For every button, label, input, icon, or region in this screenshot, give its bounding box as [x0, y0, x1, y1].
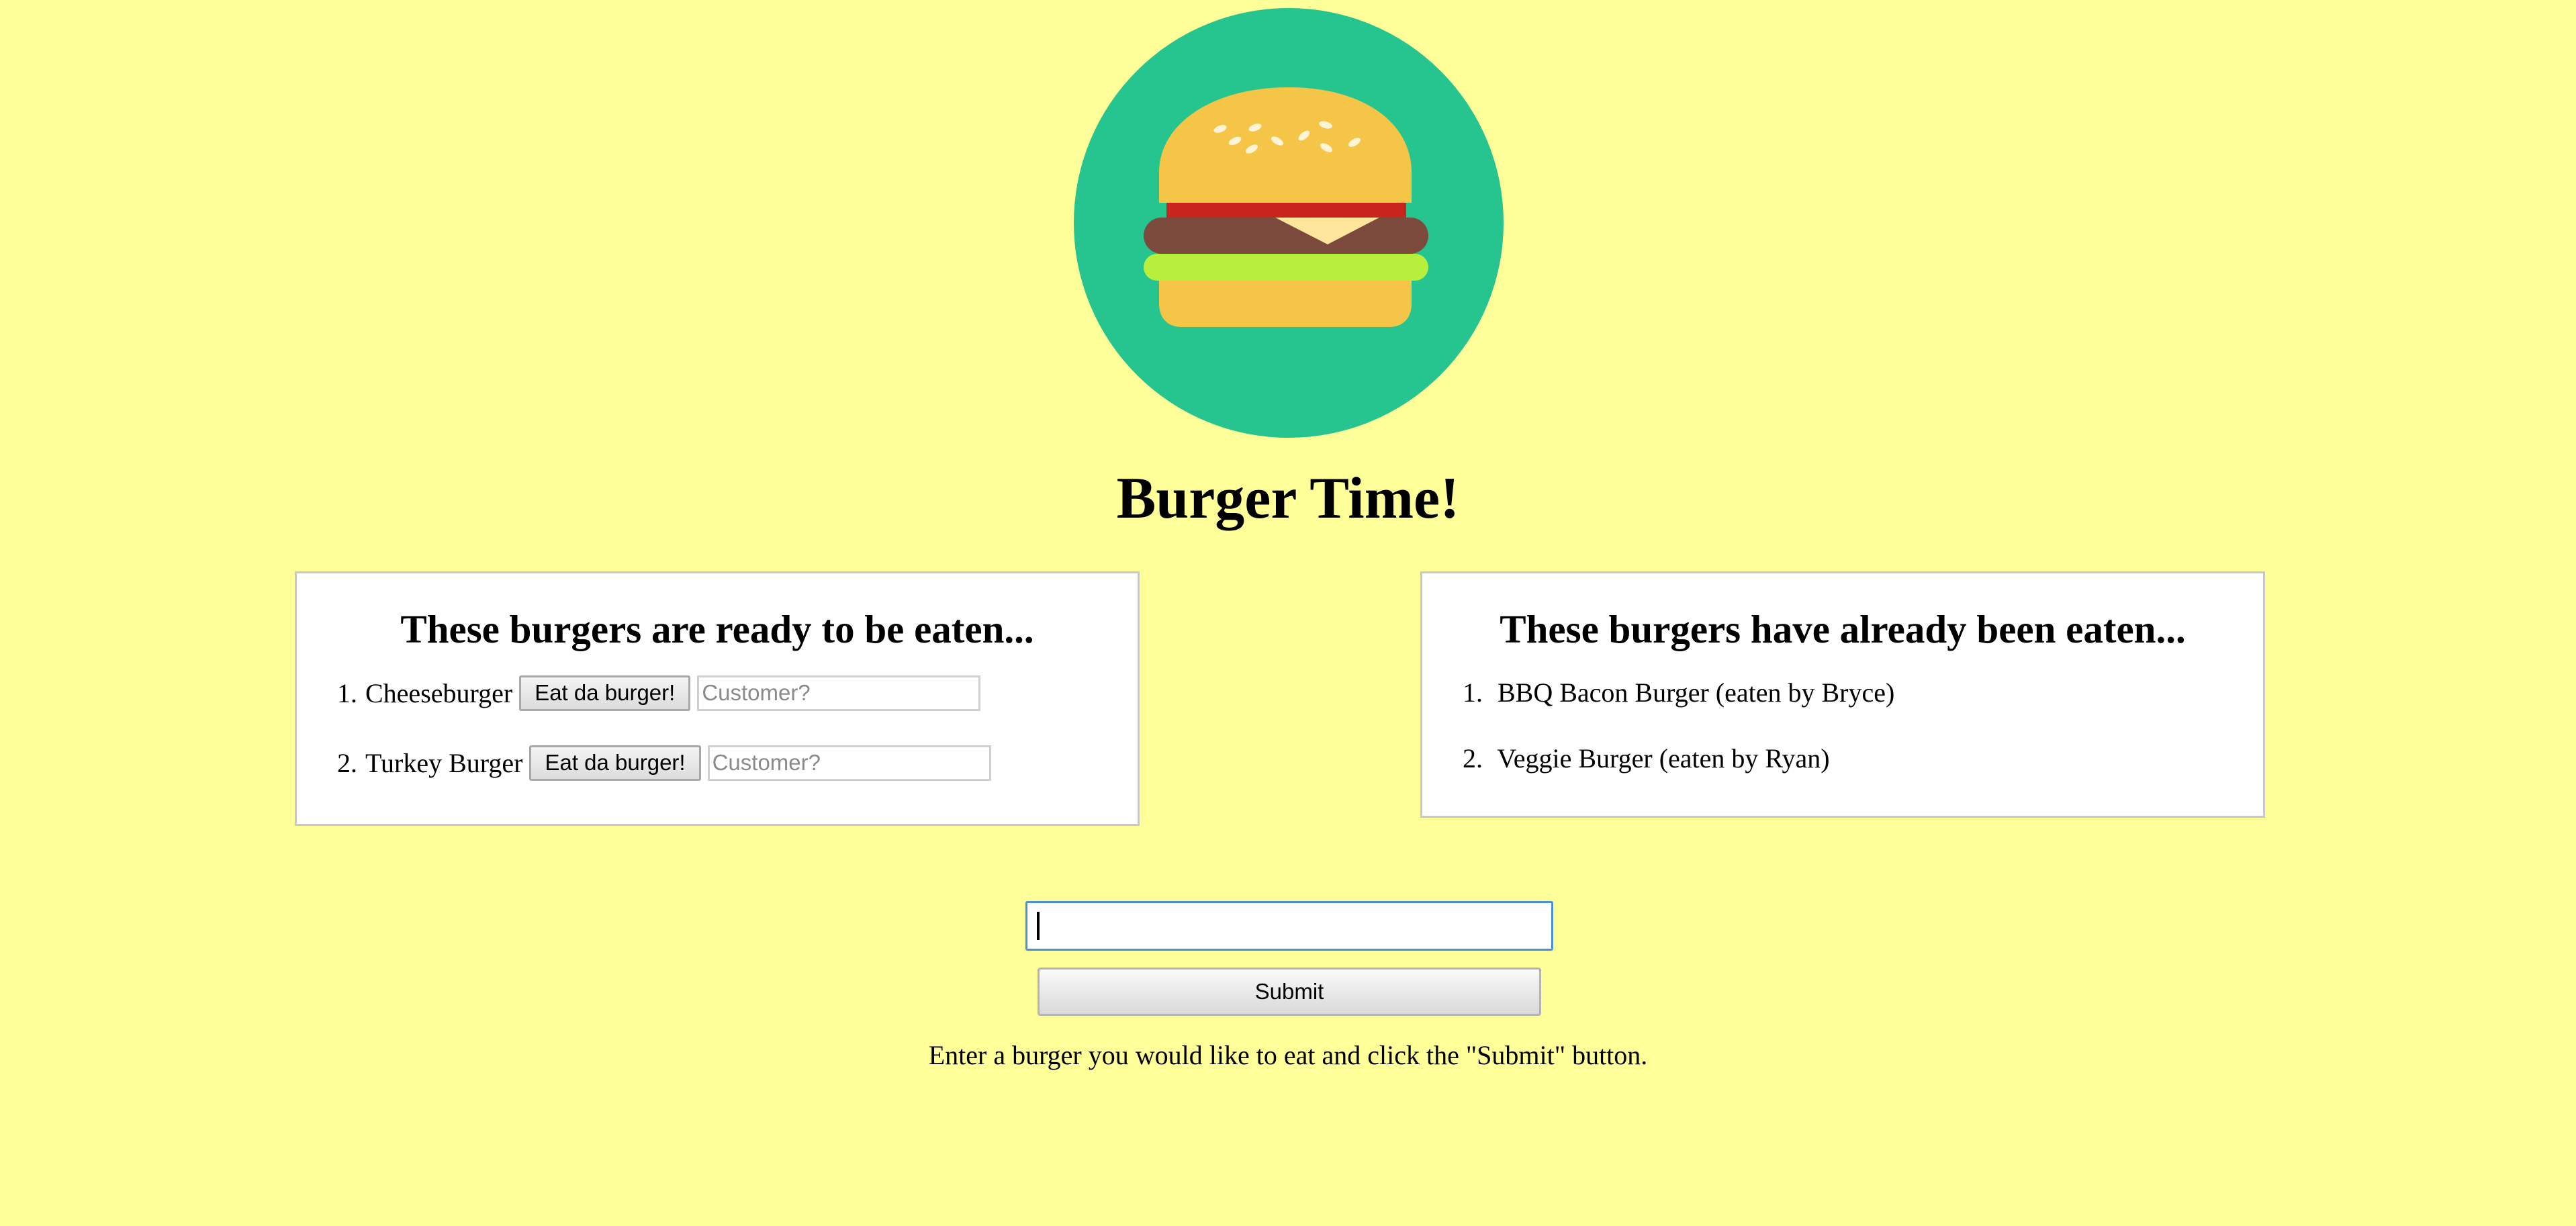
text-caret: [1037, 912, 1040, 940]
tomato: [1166, 203, 1406, 218]
eat-burger-button[interactable]: Eat da burger!: [529, 745, 701, 781]
bottom-bun: [1159, 281, 1412, 327]
item-number: 1.: [1463, 677, 1483, 708]
lettuce: [1144, 254, 1428, 281]
customer-input[interactable]: [707, 745, 991, 781]
eaten-burger-text: Veggie Burger (eaten by Ryan): [1497, 743, 1830, 773]
ready-burgers-heading: These burgers are ready to be eaten...: [400, 607, 1034, 651]
ready-burgers-list: 1. Cheeseburger Eat da burger! 2. Turkey…: [337, 674, 991, 814]
burger-icon: [1074, 8, 1504, 438]
new-burger-input[interactable]: [1025, 901, 1553, 951]
list-item: 2. Veggie Burger (eaten by Ryan): [1463, 740, 1894, 777]
burger-name: Cheeseburger: [365, 677, 513, 708]
eaten-burgers-panel: These burgers have already been eaten...…: [1420, 571, 2265, 818]
page: Burger Time! These burgers are ready to …: [0, 0, 2576, 1226]
burger-name: Turkey Burger: [365, 747, 523, 778]
ready-burgers-panel: These burgers are ready to be eaten... 1…: [295, 571, 1140, 826]
page-title: Burger Time!: [1116, 466, 1460, 531]
submit-button[interactable]: Submit: [1038, 968, 1541, 1016]
item-number: 2.: [337, 747, 357, 778]
list-item: 1. Cheeseburger Eat da burger!: [337, 674, 991, 712]
eaten-burgers-list: 1. BBQ Bacon Burger (eaten by Bryce) 2. …: [1463, 674, 1894, 806]
list-item: 2. Turkey Burger Eat da burger!: [337, 744, 991, 782]
eaten-burgers-heading: These burgers have already been eaten...: [1500, 607, 2186, 651]
customer-input[interactable]: [697, 675, 981, 711]
eaten-burger-text: BBQ Bacon Burger (eaten by Bryce): [1498, 677, 1895, 708]
list-item: 1. BBQ Bacon Burger (eaten by Bryce): [1463, 674, 1894, 712]
item-number: 1.: [337, 677, 357, 708]
eat-burger-button[interactable]: Eat da burger!: [519, 675, 691, 711]
item-number: 2.: [1463, 743, 1483, 773]
instructions-text: Enter a burger you would like to eat and…: [928, 1040, 1648, 1070]
